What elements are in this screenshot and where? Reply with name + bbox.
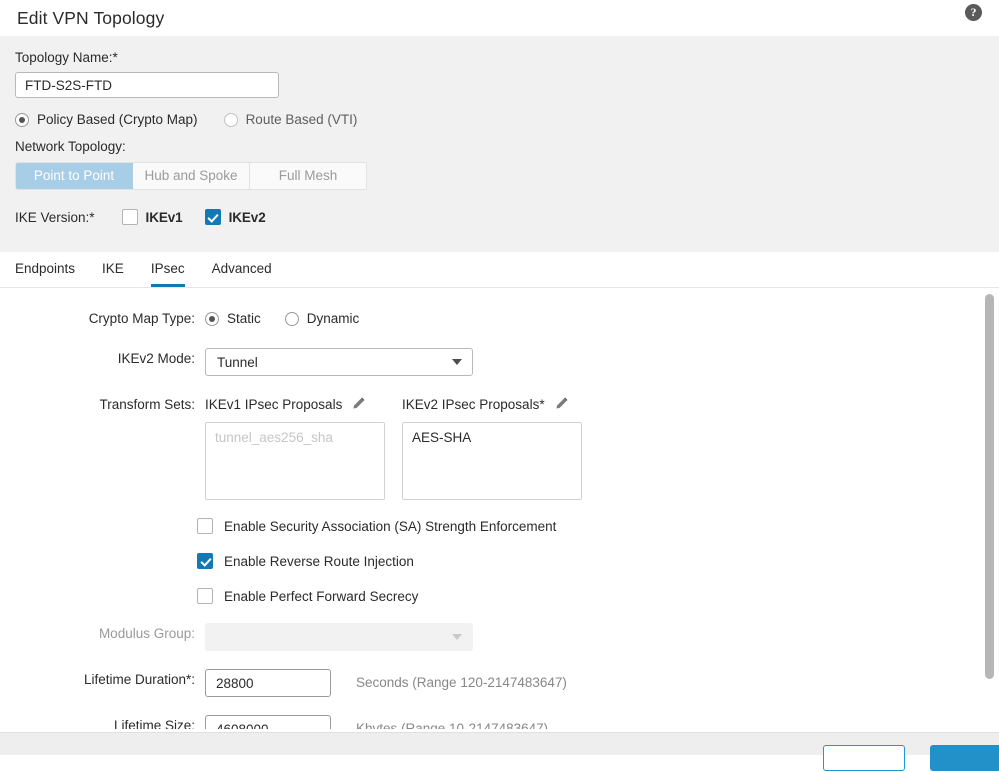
transform-sets-label: Transform Sets:: [99, 397, 195, 412]
lifetime-duration-row: Lifetime Duration*: Seconds (Range 120-2…: [0, 669, 999, 697]
radio-crypto-dynamic-label: Dynamic: [306, 311, 360, 326]
radio-policy-based-label: Policy Based (Crypto Map): [37, 112, 198, 127]
checkbox-sa-strength-enforcement-label: Enable Security Association (SA) Strengt…: [224, 518, 557, 534]
segment-full-mesh[interactable]: Full Mesh: [250, 163, 366, 189]
ikev1-proposals-label: IKEv1 IPsec Proposals: [205, 396, 343, 412]
modulus-group-label: Modulus Group:: [98, 626, 195, 641]
checkbox-ikev1-label: IKEv1: [145, 209, 183, 225]
ike-version-row: IKE Version:* IKEv1 IKEv2: [15, 209, 999, 225]
checkbox-ikev2-label: IKEv2: [228, 209, 266, 225]
radio-route-based[interactable]: Route Based (VTI): [223, 112, 358, 127]
radio-route-based-label: Route Based (VTI): [245, 112, 358, 127]
radio-crypto-static-label: Static: [227, 311, 261, 326]
tab-bar: Endpoints IKE IPsec Advanced: [0, 252, 999, 287]
network-topology-label: Network Topology:: [15, 139, 126, 154]
radio-route-based-indicator: [223, 112, 238, 127]
lifetime-size-label: Lifetime Size:: [113, 718, 195, 729]
crypto-map-type-row: Crypto Map Type: Static Dynamic: [0, 308, 999, 330]
ikev2-mode-row: IKEv2 Mode: Tunnel: [0, 348, 999, 376]
crypto-map-type-radio-group: Static Dynamic: [205, 308, 383, 326]
lifetime-size-hint: Kbytes (Range 10-2147483647): [356, 721, 549, 729]
checkbox-reverse-route-injection-label: Enable Reverse Route Injection: [224, 553, 414, 569]
lifetime-duration-label: Lifetime Duration*:: [83, 672, 195, 687]
ikev1-proposals-header: IKEv1 IPsec Proposals: [205, 394, 385, 414]
ikev2-mode-label: IKEv2 Mode:: [117, 351, 195, 366]
cancel-button[interactable]: [823, 745, 905, 771]
checkbox-ikev1[interactable]: IKEv1: [121, 209, 183, 225]
crypto-map-type-label: Crypto Map Type:: [88, 311, 195, 326]
network-topology-segmented-control: Point to Point Hub and Spoke Full Mesh: [15, 162, 367, 190]
save-button[interactable]: [930, 745, 999, 771]
checkbox-ikev1-box: [121, 209, 138, 225]
pencil-icon[interactable]: [554, 397, 568, 411]
tab-endpoints[interactable]: Endpoints: [15, 261, 75, 287]
vertical-scrollbar-thumb[interactable]: [985, 294, 994, 679]
topology-settings-panel: Topology Name:* Policy Based (Crypto Map…: [0, 36, 999, 252]
modulus-group-select: [205, 623, 473, 651]
checkbox-perfect-forward-secrecy-box: [197, 588, 213, 604]
radio-crypto-dynamic-indicator: [284, 311, 299, 326]
topology-name-input[interactable]: [15, 72, 279, 98]
ikev2-proposals-label: IKEv2 IPsec Proposals*: [402, 396, 545, 412]
help-circle-icon[interactable]: ?: [965, 4, 982, 21]
ikev2-proposals-column: IKEv2 IPsec Proposals* AES-SHA: [402, 394, 582, 500]
lifetime-duration-input[interactable]: [205, 669, 331, 697]
tab-ipsec[interactable]: IPsec: [150, 261, 185, 287]
checkbox-sa-strength-enforcement[interactable]: Enable Security Association (SA) Strengt…: [197, 518, 999, 534]
ipsec-panel: Crypto Map Type: Static Dynamic IKEv2 Mo…: [0, 288, 999, 729]
radio-crypto-static-indicator: [205, 311, 219, 326]
radio-crypto-dynamic[interactable]: Dynamic: [284, 311, 360, 326]
checkbox-reverse-route-injection[interactable]: Enable Reverse Route Injection: [197, 553, 999, 569]
ikev1-proposals-box[interactable]: tunnel_aes256_sha: [205, 422, 385, 500]
ikev2-mode-value: Tunnel: [217, 354, 258, 370]
vpn-type-radio-group: Policy Based (Crypto Map) Route Based (V…: [15, 112, 999, 127]
checkbox-ikev2-box: [204, 209, 221, 225]
transform-sets-row: Transform Sets: IKEv1 IPsec Proposals tu…: [0, 394, 999, 500]
radio-crypto-static[interactable]: Static: [205, 311, 261, 326]
tab-advanced[interactable]: Advanced: [212, 261, 272, 287]
radio-policy-based-indicator: [15, 112, 29, 127]
lifetime-size-input[interactable]: [205, 715, 331, 729]
ikev2-mode-select[interactable]: Tunnel: [205, 348, 473, 376]
checkbox-sa-strength-enforcement-box: [197, 518, 213, 534]
modulus-group-row: Modulus Group:: [0, 623, 999, 651]
lifetime-duration-hint: Seconds (Range 120-2147483647): [356, 675, 567, 690]
checkbox-perfect-forward-secrecy[interactable]: Enable Perfect Forward Secrecy: [197, 588, 999, 604]
chevron-down-icon: [452, 359, 462, 365]
checkbox-perfect-forward-secrecy-label: Enable Perfect Forward Secrecy: [224, 588, 419, 604]
radio-policy-based[interactable]: Policy Based (Crypto Map): [15, 112, 198, 127]
ikev2-proposals-box[interactable]: AES-SHA: [402, 422, 582, 500]
topology-name-label: Topology Name:*: [15, 50, 118, 65]
ike-version-label: IKE Version:*: [15, 209, 95, 225]
chevron-down-icon: [452, 634, 462, 640]
pencil-icon[interactable]: [351, 397, 365, 411]
ikev2-proposals-header: IKEv2 IPsec Proposals*: [402, 394, 582, 414]
checkbox-reverse-route-injection-box: [197, 553, 213, 569]
tab-ike[interactable]: IKE: [102, 261, 124, 287]
checkbox-ikev2[interactable]: IKEv2: [204, 209, 266, 225]
dialog-header: Edit VPN Topology ?: [0, 0, 999, 36]
dialog-footer: [0, 732, 999, 771]
lifetime-size-row: Lifetime Size: Kbytes (Range 10-21474836…: [0, 715, 999, 729]
page-title: Edit VPN Topology: [17, 7, 165, 28]
ikev1-proposals-column: IKEv1 IPsec Proposals tunnel_aes256_sha: [205, 394, 385, 500]
vertical-scrollbar-track[interactable]: [985, 290, 997, 727]
segment-point-to-point[interactable]: Point to Point: [16, 163, 133, 189]
transform-sets-columns: IKEv1 IPsec Proposals tunnel_aes256_sha …: [205, 394, 599, 500]
segment-hub-and-spoke[interactable]: Hub and Spoke: [133, 163, 250, 189]
